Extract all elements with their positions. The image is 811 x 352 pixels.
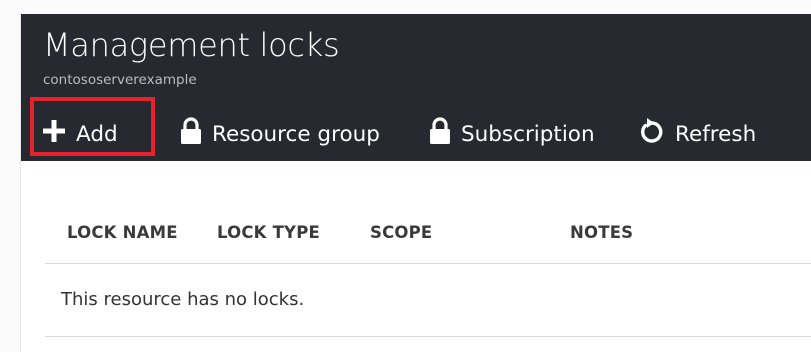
refresh-button-label: Refresh bbox=[675, 121, 757, 147]
locks-table: LOCK NAME LOCK TYPE SCOPE NOTES This res… bbox=[45, 161, 811, 352]
column-header-lock-name[interactable]: LOCK NAME bbox=[67, 223, 178, 242]
blade-header: Management locks contososerverexample Ad… bbox=[21, 14, 811, 161]
page-background: Management locks contososerverexample Ad… bbox=[0, 0, 811, 352]
header-divider bbox=[45, 263, 811, 264]
subscription-lock-button[interactable]: Subscription bbox=[429, 114, 595, 154]
lock-icon bbox=[180, 117, 202, 151]
lock-icon bbox=[429, 117, 451, 151]
blade-subtitle: contososerverexample bbox=[43, 72, 197, 88]
blade-title: Management locks bbox=[43, 26, 340, 64]
add-button-highlight bbox=[30, 97, 155, 156]
column-header-scope[interactable]: SCOPE bbox=[370, 223, 432, 242]
refresh-icon bbox=[639, 117, 665, 151]
empty-state-message: This resource has no locks. bbox=[61, 289, 305, 310]
management-locks-blade: Management locks contososerverexample Ad… bbox=[20, 14, 811, 352]
resource-group-lock-label: Resource group bbox=[212, 121, 380, 147]
column-header-notes[interactable]: NOTES bbox=[570, 223, 633, 242]
row-divider bbox=[45, 336, 811, 337]
subscription-lock-label: Subscription bbox=[461, 121, 595, 147]
column-header-lock-type[interactable]: LOCK TYPE bbox=[217, 223, 320, 242]
refresh-button[interactable]: Refresh bbox=[639, 114, 756, 154]
resource-group-lock-button[interactable]: Resource group bbox=[180, 114, 380, 154]
